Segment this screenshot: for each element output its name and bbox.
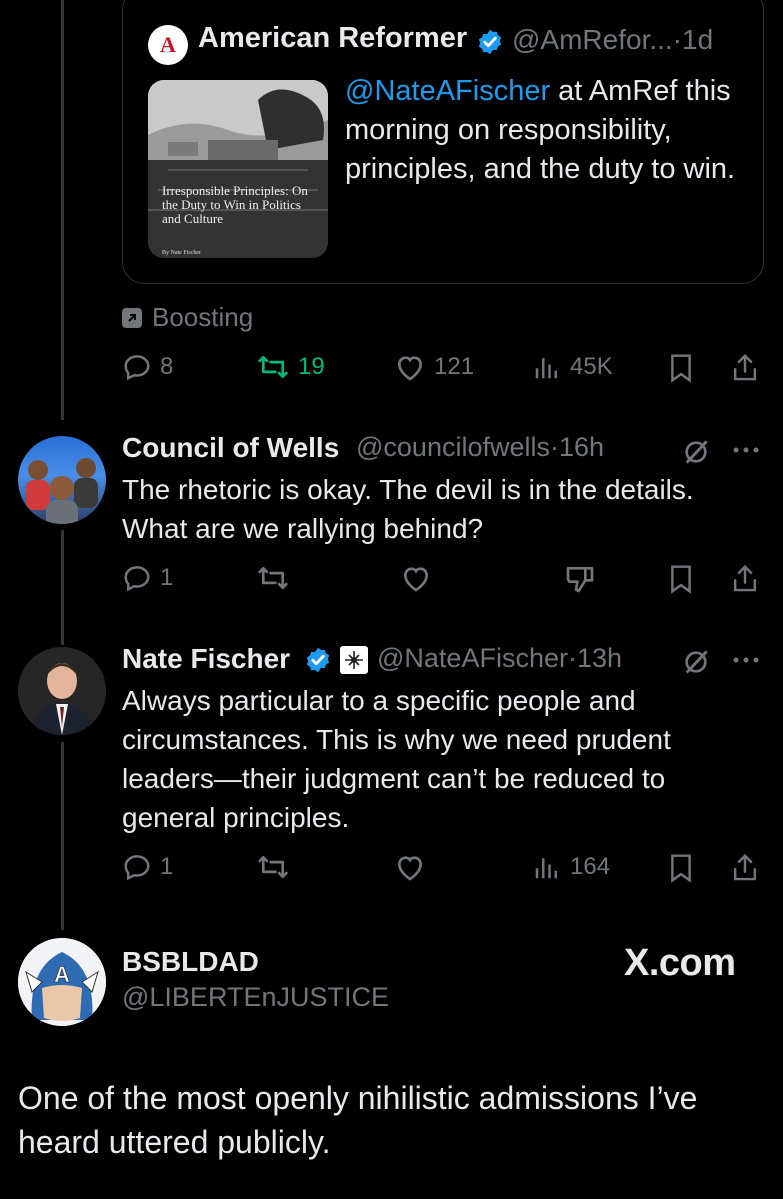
reply1-reply-count: 1 [160, 564, 174, 591]
views-icon [535, 858, 557, 879]
boost-icon [122, 307, 142, 328]
like-icon [397, 356, 423, 381]
affiliate-badge-icon[interactable] [339, 645, 369, 675]
boost-indicator: Boosting [122, 302, 253, 333]
more-icon[interactable] [730, 440, 762, 460]
quoted-account-name-text: American Reformer [198, 22, 468, 54]
grok-icon[interactable] [680, 436, 712, 468]
views-button[interactable]: 45K [532, 352, 613, 382]
views-count: 45K [570, 353, 613, 380]
reply2-reply-count: 1 [160, 853, 174, 880]
repost-button[interactable]: 19 [256, 352, 325, 382]
like-count: 121 [434, 353, 475, 380]
thumbnail-byline: By Nate Fischer [162, 250, 201, 256]
bookmark-icon[interactable] [666, 352, 696, 384]
like-icon[interactable] [394, 852, 426, 882]
reply-icon [124, 566, 150, 592]
helmet-letter: A [54, 962, 70, 987]
reply-button[interactable]: 8 [122, 352, 173, 382]
reply-count: 8 [160, 353, 174, 380]
repost-icon [258, 355, 288, 379]
group-photo [26, 458, 98, 524]
repost-icon[interactable] [256, 563, 290, 593]
reply1-reply-button[interactable]: 1 [122, 563, 173, 593]
reply-icon [124, 355, 150, 381]
captain-helmet-avatar: A [18, 938, 106, 1026]
reply2-reply-button[interactable]: 1 [122, 852, 173, 882]
share-icon[interactable] [730, 352, 760, 384]
like-icon[interactable] [400, 563, 432, 593]
reply1-text: The rhetoric is okay. The devil is in th… [122, 474, 694, 544]
thread-connector-top [61, 0, 64, 420]
reply-icon [124, 855, 150, 881]
verified-icon [478, 29, 502, 55]
landscape-illustration [148, 80, 328, 258]
reply2-views-button[interactable]: 164 [532, 852, 610, 882]
thread-connector-bottom [61, 742, 64, 930]
quoter-post-text: One of the most openly nihilistic admiss… [18, 1080, 698, 1160]
repost-icon[interactable] [256, 852, 290, 882]
share-icon[interactable] [730, 563, 760, 595]
quoter-name[interactable]: BSBLDAD [122, 946, 259, 978]
thread-connector-middle [61, 530, 64, 645]
bookmark-icon[interactable] [666, 563, 696, 595]
dislike-icon[interactable] [564, 563, 596, 595]
american-reformer-logo[interactable]: A [148, 25, 188, 65]
quoted-post-text: @NateAFischer at AmRef this morning on r… [345, 72, 755, 189]
avatar-bsbldad[interactable]: A [18, 938, 106, 1026]
reply2-text: Always particular to a specific people a… [122, 685, 671, 833]
boost-label: Boosting [152, 302, 254, 332]
like-button[interactable]: 121 [394, 352, 474, 382]
x-com-watermark: X.com [624, 942, 736, 984]
reply1-author-name[interactable]: Council of Wells [122, 432, 339, 464]
quoted-article-thumbnail[interactable]: Irresponsible Principles: On the Duty to… [148, 80, 328, 258]
quoted-account-name[interactable]: American Reformer [198, 22, 467, 55]
share-icon[interactable] [730, 852, 760, 884]
verified-icon [306, 647, 330, 673]
mention-link[interactable]: @NateAFischer [345, 75, 550, 107]
reply1-handle-time[interactable]: @councilofwells·16h [356, 432, 604, 463]
quoted-handle-time[interactable]: @AmRefor...·1d [512, 24, 713, 56]
grok-icon[interactable] [680, 646, 712, 678]
quoter-handle[interactable]: @LIBERTEnJUSTICE [122, 982, 389, 1013]
reply2-handle-time[interactable]: @NateAFischer·13h [377, 643, 622, 674]
thumbnail-title: Irresponsible Principles: On the Duty to… [162, 183, 308, 226]
avatar-council-of-wells[interactable] [18, 436, 106, 524]
reply2-views-count: 164 [570, 853, 611, 880]
reply2-author-name[interactable]: Nate Fischer [122, 643, 290, 675]
bookmark-icon[interactable] [666, 852, 696, 884]
portrait-photo [18, 647, 106, 735]
more-icon[interactable] [730, 650, 762, 670]
repost-count: 19 [298, 353, 325, 380]
avatar-nate-fischer[interactable] [18, 647, 106, 735]
views-icon [535, 358, 557, 379]
